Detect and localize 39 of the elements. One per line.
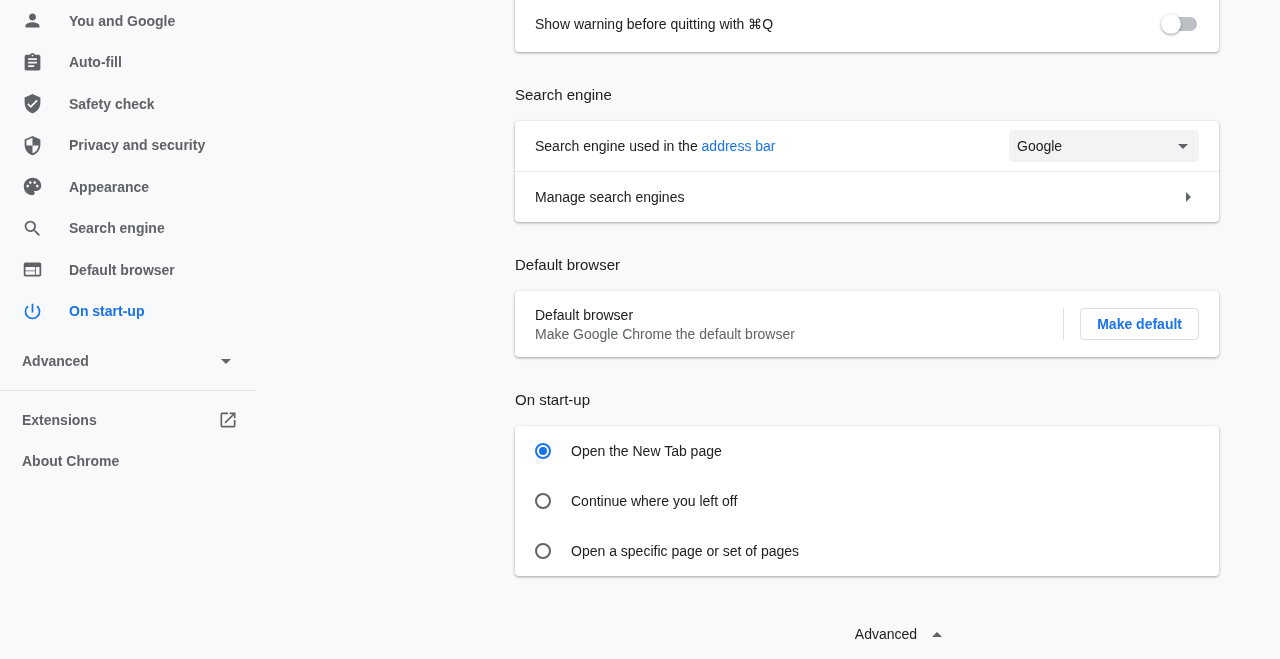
sidebar-item[interactable]: Safety check <box>0 83 256 125</box>
sidebar-item[interactable]: You and Google <box>0 0 256 42</box>
sidebar-item[interactable]: Appearance <box>0 166 256 208</box>
setting-description: Make Google Chrome the default browser <box>535 325 795 342</box>
radio-button[interactable] <box>535 493 551 509</box>
setting-label: Show warning before quitting with ⌘Q <box>535 16 774 32</box>
radio-button[interactable] <box>535 443 551 459</box>
sidebar-item[interactable]: Privacy and security <box>0 124 256 166</box>
sidebar-item[interactable]: On start-up <box>0 290 256 332</box>
section-heading: On start-up <box>515 390 592 410</box>
caret-up-icon <box>932 631 943 637</box>
section-heading: Search engine <box>515 85 613 105</box>
caret-right-icon <box>1186 192 1191 202</box>
shield-check-icon <box>22 93 43 115</box>
make-default-button[interactable]: Make default <box>1080 308 1199 340</box>
toggle-switch[interactable] <box>1163 17 1197 31</box>
radio-button[interactable] <box>535 543 551 559</box>
setting-label: Search engine used in the address bar <box>535 138 776 154</box>
sidebar-item[interactable]: Auto-fill <box>0 41 256 83</box>
sidebar-item[interactable]: Default browser <box>0 249 256 291</box>
caret-down-icon <box>221 358 231 364</box>
section-heading: Default browser <box>515 255 622 275</box>
radio-label[interactable]: Open a specific page or set of pages <box>571 543 800 559</box>
sidebar-link[interactable]: Extensions <box>0 399 256 441</box>
advanced-button[interactable]: Advanced <box>854 626 950 642</box>
sidebar-link[interactable]: About Chrome <box>0 440 256 482</box>
advanced-menu[interactable]: Advanced <box>0 340 256 382</box>
radio-label[interactable]: Continue where you left off <box>571 493 738 509</box>
sidebar-item[interactable]: Search engine <box>0 207 256 249</box>
clipboard-icon <box>22 51 43 73</box>
search-engine-dropdown[interactable]: Google <box>1009 130 1199 162</box>
settings-row[interactable]: Manage search engines <box>515 171 1219 222</box>
setting-label: Default browser <box>535 306 635 323</box>
setting-label: Manage search engines <box>535 189 685 205</box>
radio-label[interactable]: Open the New Tab page <box>571 443 722 459</box>
palette-icon <box>22 176 43 198</box>
address-bar-link[interactable]: address bar <box>701 138 776 154</box>
caret-down-icon <box>1178 143 1188 149</box>
shield-icon <box>22 134 43 156</box>
